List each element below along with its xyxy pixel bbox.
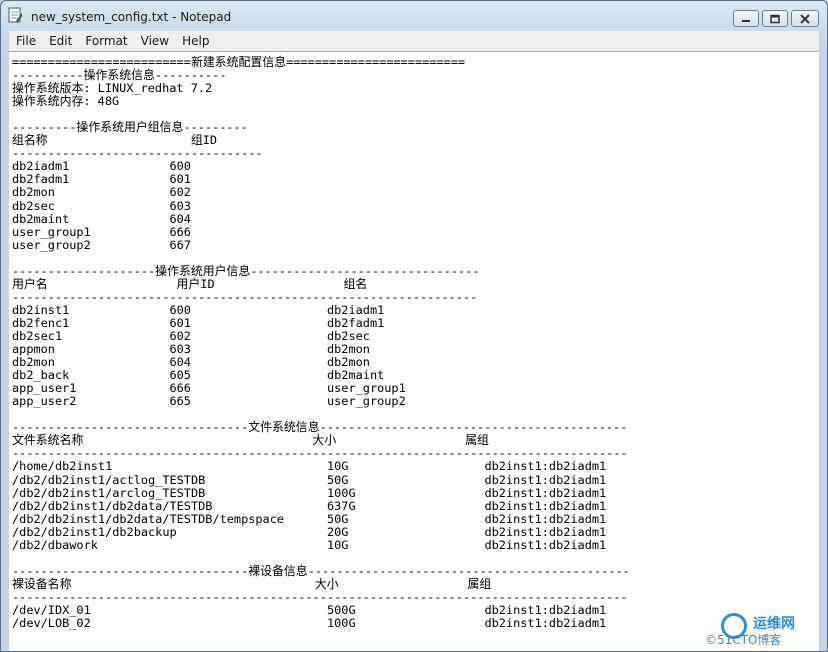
document-text[interactable]: =========================新建系统配置信息=======… [9, 52, 819, 630]
notepad-icon [8, 7, 22, 23]
menu-bar: File Edit Format View Help [9, 31, 819, 51]
menu-view[interactable]: View [134, 31, 175, 48]
close-button[interactable] [791, 10, 819, 27]
notepad-window: new_system_config.txt - Notepad File Edit… [0, 0, 828, 652]
watermark: 运维网 ©51CTO博客 [705, 609, 815, 647]
watermark-line2: ©51CTO博客 [705, 633, 782, 647]
maximize-icon [770, 14, 780, 23]
menu-format[interactable]: Format [78, 31, 133, 48]
watermark-line1: 运维网 [753, 616, 795, 632]
close-icon [800, 13, 810, 24]
menu-file[interactable]: File [9, 31, 42, 48]
menu-help[interactable]: Help [175, 31, 215, 48]
minimize-button[interactable] [733, 10, 759, 27]
window-title: new_system_config.txt - Notepad [31, 10, 232, 24]
maximize-button[interactable] [762, 10, 788, 27]
text-editor-area[interactable]: =========================新建系统配置信息=======… [9, 51, 819, 651]
minimize-icon [742, 19, 750, 22]
menu-edit[interactable]: Edit [42, 31, 78, 48]
title-bar[interactable]: new_system_config.txt - Notepad [1, 1, 827, 31]
